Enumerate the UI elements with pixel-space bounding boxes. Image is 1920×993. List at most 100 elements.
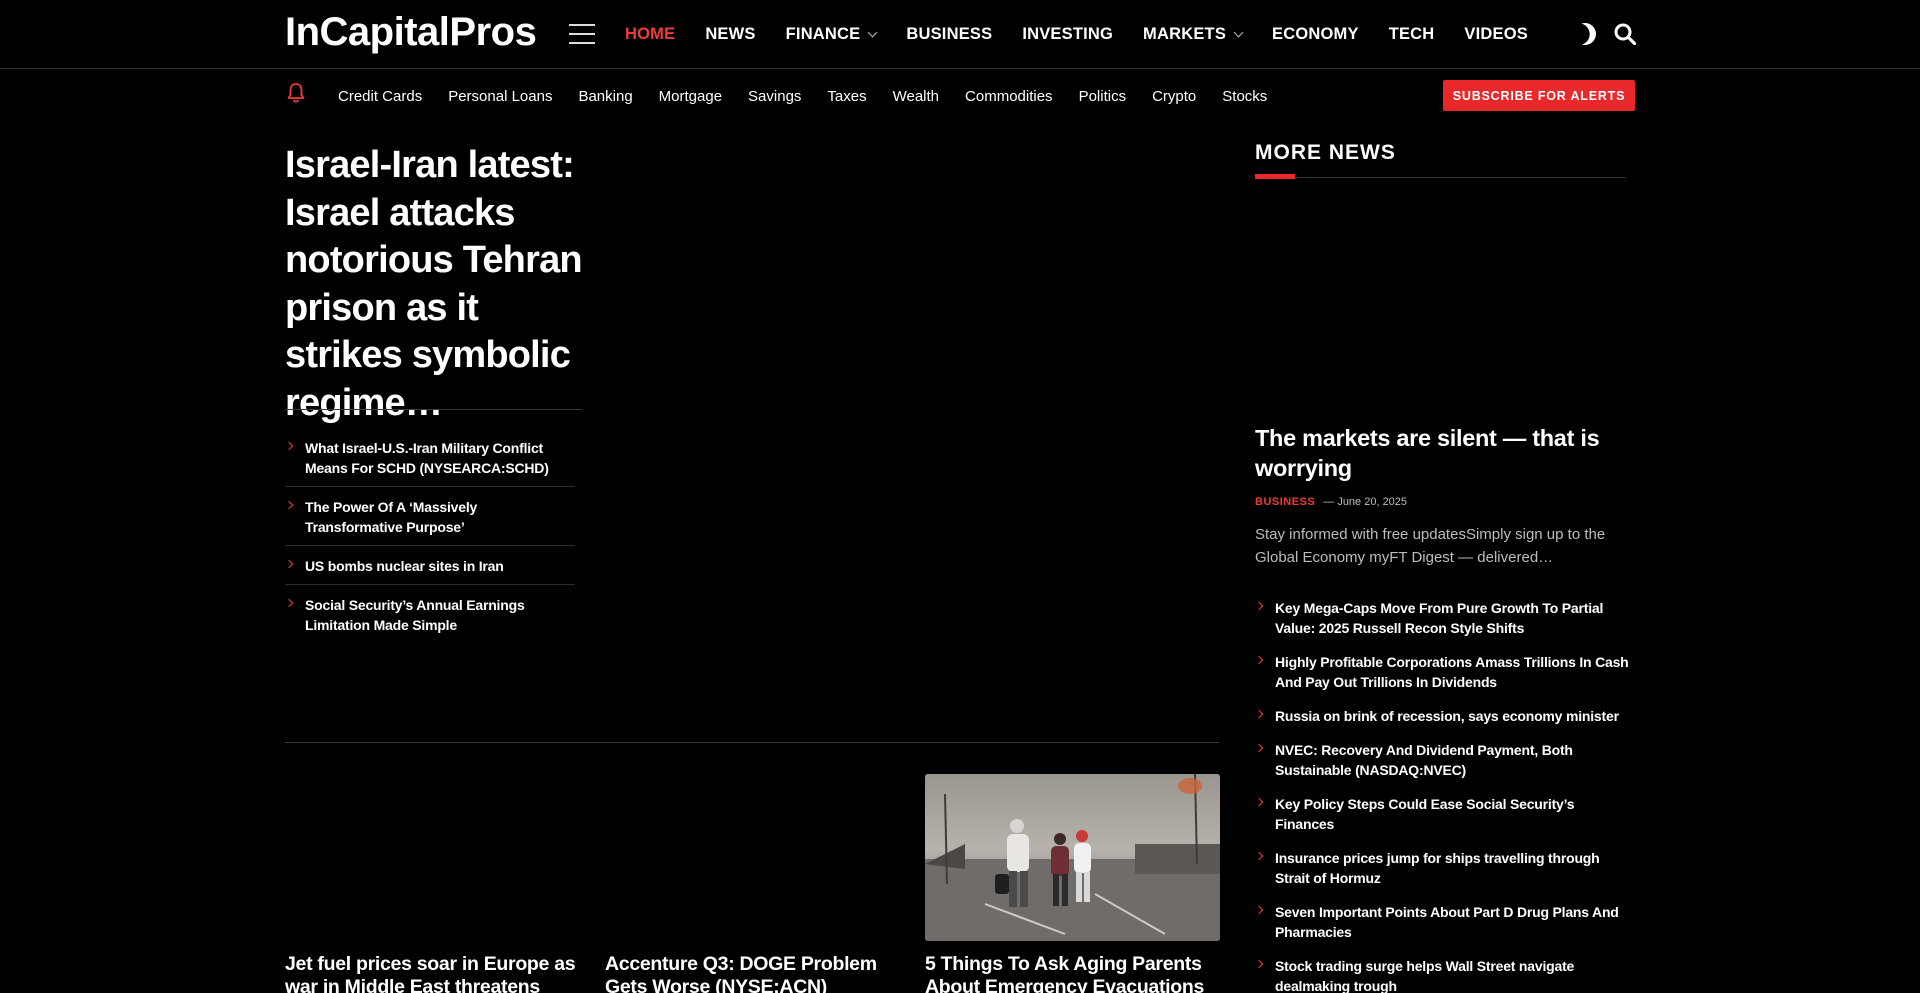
bell-icon[interactable] <box>286 82 306 104</box>
search-icon[interactable] <box>1614 23 1636 45</box>
chevron-right-icon <box>284 441 294 451</box>
site-header: InCapitalPros HOME NEWS FINANCE BUSINESS… <box>0 0 1920 69</box>
subnav-item[interactable]: Politics <box>1079 88 1127 105</box>
more-news-item[interactable]: Insurance prices jump for ships travelli… <box>1254 848 1635 888</box>
more-news-list: Key Mega-Caps Move From Pure Growth To P… <box>1254 598 1635 993</box>
main-nav: HOME NEWS FINANCE BUSINESS INVESTING MAR… <box>625 0 1558 69</box>
chevron-right-icon <box>1254 851 1264 861</box>
card-title[interactable]: 5 Things To Ask Aging Parents About Emer… <box>925 953 1220 993</box>
list-item-title[interactable]: Russia on brink of recession, says econo… <box>1275 706 1635 726</box>
subnav-item[interactable]: Personal Loans <box>448 88 552 105</box>
chevron-right-icon <box>1254 797 1264 807</box>
list-item-title[interactable]: Highly Profitable Corporations Amass Tri… <box>1275 652 1635 692</box>
moon-icon[interactable] <box>1571 20 1599 48</box>
nav-label: NEWS <box>705 25 756 43</box>
list-item-title[interactable]: Key Policy Steps Could Ease Social Secur… <box>1275 794 1635 834</box>
list-item-title[interactable]: Social Security’s Annual Earnings Limita… <box>305 595 575 635</box>
article-excerpt: Stay informed with free updatesSimply si… <box>1255 526 1606 566</box>
article-card[interactable]: Accenture Q3: DOGE Problem Gets Worse (N… <box>605 774 900 993</box>
evacuation-photo-image <box>925 774 1220 941</box>
sub-nav-items: Credit Cards Personal Loans Banking Mortgag… <box>338 70 1293 122</box>
nav-videos[interactable]: VIDEOS <box>1464 25 1528 44</box>
nav-finance[interactable]: FINANCE <box>785 25 878 44</box>
article-meta: BUSINESS — June 20, 2025 <box>1255 496 1407 508</box>
subnav-item[interactable]: Credit Cards <box>338 88 422 105</box>
list-item-title[interactable]: US bombs nuclear sites in Iran <box>305 556 575 576</box>
nav-business[interactable]: BUSINESS <box>906 25 992 44</box>
subnav-item[interactable]: Commodities <box>965 88 1053 105</box>
divider <box>1255 177 1626 178</box>
chevron-right-icon <box>1254 601 1264 611</box>
more-news-item[interactable]: Stock trading surge helps Wall Street na… <box>1254 956 1635 993</box>
hero-related-list: What Israel-U.S.-Iran Military Conflict … <box>284 438 575 653</box>
card-title[interactable]: Jet fuel prices soar in Europe as war in… <box>285 953 580 993</box>
card-thumbnail-empty <box>285 774 580 941</box>
sub-nav: Credit Cards Personal Loans Banking Mortgag… <box>0 70 1920 122</box>
subnav-item[interactable]: Taxes <box>827 88 866 105</box>
site-logo[interactable]: InCapitalPros <box>285 10 537 55</box>
chevron-right-icon <box>1254 655 1264 665</box>
chevron-right-icon <box>1254 905 1264 915</box>
hamburger-icon[interactable] <box>569 24 595 44</box>
nav-markets[interactable]: MARKETS <box>1143 25 1244 44</box>
card-thumbnail-empty <box>605 774 900 941</box>
article-card[interactable]: 5 Things To Ask Aging Parents About Emer… <box>925 774 1220 993</box>
heading-accent-bar <box>1255 174 1295 179</box>
nav-home[interactable]: HOME <box>625 25 675 44</box>
article-card[interactable]: Jet fuel prices soar in Europe as war in… <box>285 774 580 993</box>
more-news-heading: MORE NEWS <box>1255 141 1396 164</box>
nav-tech[interactable]: TECH <box>1389 25 1435 44</box>
category-link[interactable]: BUSINESS <box>1255 496 1315 508</box>
subnav-item[interactable]: Banking <box>578 88 632 105</box>
nav-label: MARKETS <box>1143 25 1227 43</box>
chevron-right-icon <box>1254 959 1264 969</box>
divider <box>285 742 1219 743</box>
nav-news[interactable]: NEWS <box>705 25 755 44</box>
list-item-title[interactable]: Seven Important Points About Part D Drug… <box>1275 902 1635 942</box>
more-news-item[interactable]: Key Policy Steps Could Ease Social Secur… <box>1254 794 1635 834</box>
list-item-title[interactable]: NVEC: Recovery And Dividend Payment, Bot… <box>1275 740 1635 780</box>
nav-investing[interactable]: INVESTING <box>1022 25 1113 44</box>
divider <box>285 409 582 410</box>
subscribe-alerts-button[interactable]: SUBSCRIBE FOR ALERTS <box>1443 80 1635 111</box>
more-news-item[interactable]: Seven Important Points About Part D Drug… <box>1254 902 1635 942</box>
chevron-right-icon <box>284 500 294 510</box>
subnav-item[interactable]: Mortgage <box>659 88 722 105</box>
subnav-item[interactable]: Crypto <box>1152 88 1196 105</box>
chevron-right-icon <box>284 559 294 569</box>
more-news-item[interactable]: Key Mega-Caps Move From Pure Growth To P… <box>1254 598 1635 638</box>
list-item-title[interactable]: Key Mega-Caps Move From Pure Growth To P… <box>1275 598 1635 638</box>
more-news-item[interactable]: Highly Profitable Corporations Amass Tri… <box>1254 652 1635 692</box>
nav-label: VIDEOS <box>1464 25 1528 43</box>
featured-headline[interactable]: The markets are silent — that is worryin… <box>1255 423 1630 483</box>
related-article-item[interactable]: The Power Of A ‘Massively Transformative… <box>284 497 575 546</box>
nav-label: BUSINESS <box>906 25 993 43</box>
chevron-down-icon <box>1233 27 1244 38</box>
list-item-title[interactable]: The Power Of A ‘Massively Transformative… <box>305 497 575 537</box>
list-item-title[interactable]: Insurance prices jump for ships travelli… <box>1275 848 1635 888</box>
nav-label: ECONOMY <box>1272 25 1359 43</box>
chevron-down-icon <box>867 27 878 38</box>
nav-label: FINANCE <box>785 25 861 43</box>
more-news-item[interactable]: Russia on brink of recession, says econo… <box>1254 706 1635 726</box>
card-thumbnail-photo[interactable] <box>925 774 1220 941</box>
subnav-item[interactable]: Savings <box>748 88 801 105</box>
subnav-item[interactable]: Stocks <box>1222 88 1267 105</box>
related-article-item[interactable]: What Israel-U.S.-Iran Military Conflict … <box>284 438 575 487</box>
nav-label: HOME <box>625 25 676 43</box>
card-title[interactable]: Accenture Q3: DOGE Problem Gets Worse (N… <box>605 953 900 993</box>
related-article-item[interactable]: US bombs nuclear sites in Iran <box>284 556 575 585</box>
chevron-right-icon <box>1254 743 1264 753</box>
nav-economy[interactable]: ECONOMY <box>1272 25 1359 44</box>
related-article-item[interactable]: Social Security’s Annual Earnings Limita… <box>284 595 575 643</box>
chevron-right-icon <box>1254 709 1264 719</box>
chevron-right-icon <box>284 598 294 608</box>
list-item-title[interactable]: What Israel-U.S.-Iran Military Conflict … <box>305 438 575 478</box>
subnav-item[interactable]: Wealth <box>893 88 939 105</box>
nav-label: INVESTING <box>1022 25 1114 43</box>
list-item-title[interactable]: Stock trading surge helps Wall Street na… <box>1275 956 1635 993</box>
hero-headline[interactable]: Israel-Iran latest: Israel attacks notor… <box>285 142 595 427</box>
nav-label: TECH <box>1388 25 1435 43</box>
more-news-item[interactable]: NVEC: Recovery And Dividend Payment, Bot… <box>1254 740 1635 780</box>
publish-date: June 20, 2025 <box>1337 496 1408 508</box>
